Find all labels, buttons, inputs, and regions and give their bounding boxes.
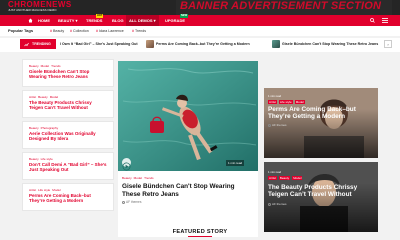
category-link[interactable]: Model: [41, 64, 49, 68]
category-link[interactable]: Beauty: [278, 176, 291, 180]
category-link[interactable]: Beauty: [29, 64, 39, 68]
trending-item-title[interactable]: Perms Are Coming Back–but They’re Gettin…: [156, 42, 250, 46]
nav-home[interactable]: HOME: [38, 15, 50, 26]
post-meta: AF themes: [268, 123, 287, 127]
post-title[interactable]: Perms Are Coming Back–but They’re Gettin…: [29, 193, 107, 204]
category-link[interactable]: Model: [52, 188, 60, 192]
category-link[interactable]: Model: [50, 95, 58, 99]
author-icon: [268, 202, 271, 206]
tag-collection[interactable]: Collection: [70, 29, 89, 33]
search-icon[interactable]: [370, 18, 375, 23]
side-post-card[interactable]: 1 min read Artist Beauty Model The Beauty …: [264, 162, 378, 232]
list-item[interactable]: Beauty Life style Don’t Call Demi A “Bad …: [22, 152, 114, 180]
post-title[interactable]: Gisele Bündchen Can't Stop Wearing These…: [29, 69, 107, 80]
category-link[interactable]: Life style: [278, 100, 293, 104]
post-categories: Beauty Photography: [29, 126, 107, 130]
featured-post-image[interactable]: [118, 61, 258, 171]
featured-post-title[interactable]: Gisele Bündchen Can't Stop Wearing These…: [122, 183, 254, 198]
tag-trends[interactable]: Trends: [132, 29, 146, 33]
main-nav: HOME BEAUTY ▾ TRENDS HOT BLOG ALL DEMOS …: [0, 14, 400, 26]
side-post-title[interactable]: Perms Are Coming Back–but They’re Gettin…: [268, 106, 376, 121]
category-link[interactable]: Artist: [29, 188, 36, 192]
post-meta: AF themes: [122, 200, 141, 204]
category-link[interactable]: Artist: [268, 176, 277, 180]
trending-thumbnail[interactable]: [272, 40, 280, 48]
post-author[interactable]: AF themes: [272, 123, 287, 127]
category-link[interactable]: Life style: [38, 188, 50, 192]
tag-beauty[interactable]: Beauty: [50, 29, 64, 33]
post-categories: Beauty Life style: [29, 157, 107, 161]
new-badge: NEW: [180, 14, 189, 18]
hamburger-icon[interactable]: [382, 18, 388, 23]
featured-story-section: FEATURED STORY: [0, 226, 400, 240]
popular-tags-bar: Popular Tags Beauty Collection Idara Law…: [0, 26, 400, 36]
site-tagline: JUST ANOTHER MAGCESS DEMO: [8, 8, 57, 12]
post-categories: Artist Beauty Model: [29, 95, 107, 99]
list-item[interactable]: Artist Life style Model Perms Are Coming B…: [22, 183, 114, 211]
post-categories: Beauty Model Trends: [122, 176, 156, 180]
category-link[interactable]: Photography: [41, 126, 59, 130]
post-categories: Beauty Model Trends: [29, 64, 107, 68]
post-title[interactable]: Don’t Call Demi A “Bad Girl” – She’s Jus…: [29, 162, 107, 173]
category-link[interactable]: Model: [294, 100, 305, 104]
top-bar: CHROMENEWS JUST ANOTHER MAGCESS DEMO BAN…: [0, 0, 400, 15]
post-categories: Artist Life style Model: [268, 100, 307, 104]
author-icon: [268, 123, 271, 127]
post-author[interactable]: AF themes: [272, 202, 287, 206]
trending-item-title[interactable]: Gisele Bündchen Can't Stop Wearing These…: [282, 42, 378, 46]
category-link[interactable]: Artist: [268, 100, 277, 104]
banner-ad-text: BANNER ADVERTISEMENT SECTION: [180, 0, 382, 12]
category-link[interactable]: Beauty: [29, 157, 39, 161]
featured-post[interactable]: 1 min read Beauty Model Trends Gisele Bünd…: [118, 61, 258, 237]
trending-icon: [24, 42, 29, 46]
popular-tags-label: Popular Tags: [8, 28, 34, 33]
side-post-title[interactable]: The Beauty Products Chrissy Teigen Can’t…: [268, 184, 376, 199]
category-link[interactable]: Trends: [144, 176, 154, 180]
post-author[interactable]: AF themes: [126, 200, 141, 204]
category-link[interactable]: Beauty: [38, 95, 48, 99]
nav-all-demos[interactable]: ALL DEMOS ▾: [126, 15, 159, 26]
category-link[interactable]: Beauty: [122, 176, 132, 180]
trending-thumbnail[interactable]: [146, 40, 154, 48]
side-post-card[interactable]: 1 min read Artist Life style Model Perms A…: [264, 88, 378, 158]
trending-next-arrow[interactable]: ›: [384, 40, 392, 48]
section-heading: FEATURED STORY: [172, 229, 228, 235]
category-link[interactable]: Model: [134, 176, 142, 180]
play-icon[interactable]: [122, 158, 131, 171]
read-time-badge: 1 min read: [226, 160, 245, 166]
section-heading-underline: [188, 236, 212, 237]
post-categories: Artist Beauty Model: [268, 176, 304, 180]
page: CHROMENEWS JUST ANOTHER MAGCESS DEMO BAN…: [0, 0, 400, 240]
nav-blog[interactable]: BLOG: [112, 15, 124, 26]
nav-beauty[interactable]: BEAUTY ▾: [58, 15, 78, 26]
post-meta: AF themes: [268, 202, 287, 206]
list-item[interactable]: Beauty Photography Aerie Collection Was O…: [22, 121, 114, 149]
banner-ad[interactable]: BANNER ADVERTISEMENT SECTION: [176, 0, 392, 15]
home-icon[interactable]: [28, 18, 33, 23]
category-link[interactable]: Beauty: [29, 126, 39, 130]
author-icon: [122, 200, 125, 204]
category-link[interactable]: Model: [292, 176, 303, 180]
category-link[interactable]: Trends: [51, 64, 61, 68]
trending-item-title[interactable]: I Own It “Bad Girl” – She’s Just Speakin…: [60, 42, 138, 46]
hot-badge: HOT: [96, 14, 104, 18]
post-categories: Artist Life style Model: [29, 188, 107, 192]
category-link[interactable]: Life style: [41, 157, 53, 161]
list-item[interactable]: Beauty Model Trends Gisele Bündchen Can't …: [22, 59, 114, 87]
post-title[interactable]: The Beauty Products Chrissy Teigen Can’t…: [29, 100, 107, 111]
read-time-badge: 1 min read: [268, 170, 282, 174]
list-item[interactable]: Artist Beauty Model The Beauty Products Ch…: [22, 90, 114, 118]
post-title[interactable]: Aerie Collection Was Originally Designed…: [29, 131, 107, 142]
read-time-badge: 1 min read: [268, 94, 282, 98]
tag-idara-lawrence[interactable]: Idara Lawrence: [96, 29, 124, 33]
trending-bar: TRENDING I Own It “Bad Girl” – She’s Jus…: [0, 38, 400, 52]
category-link[interactable]: Artist: [29, 95, 36, 99]
